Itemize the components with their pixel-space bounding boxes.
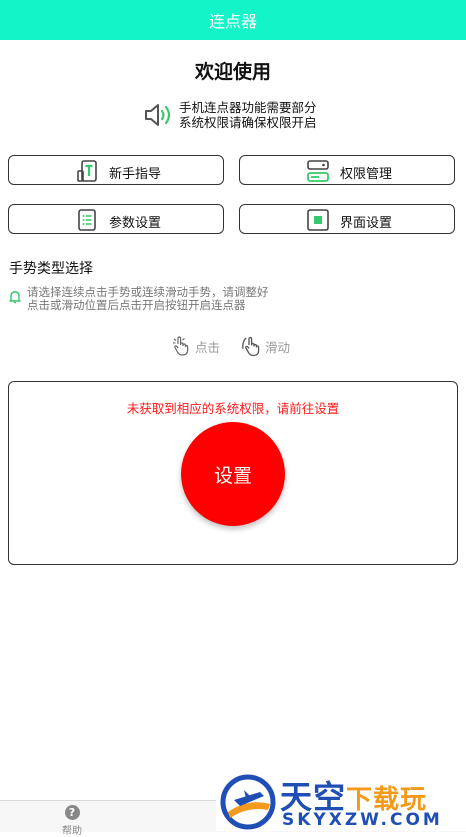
- params-label: 参数设置: [109, 216, 162, 231]
- permission-icon: [307, 160, 329, 182]
- bell-icon: [9, 291, 21, 304]
- list-icon: [78, 209, 96, 231]
- params-button[interactable]: 参数设置: [8, 204, 224, 234]
- notice-line-2: 系统权限请确保权限开启: [179, 115, 317, 130]
- permission-warning: 未获取到相应的系统权限，请前往设置: [126, 401, 340, 416]
- square-icon: [307, 209, 329, 231]
- gesture-option-tap[interactable]: 点击: [171, 335, 220, 357]
- permission-panel: 未获取到相应的系统权限，请前往设置 设置: [8, 381, 458, 565]
- ui-settings-label: 界面设置: [340, 216, 393, 231]
- tutorial-label: 新手指导: [109, 167, 162, 182]
- gesture-section-title: 手势类型选择: [9, 261, 93, 277]
- gesture-option-swipe[interactable]: 滑动: [241, 335, 290, 357]
- swipe-hand-icon: [242, 336, 260, 357]
- settings-button-label: 设置: [213, 464, 252, 487]
- tutorial-button[interactable]: 新手指导: [8, 155, 224, 185]
- help-tab[interactable]: ? 帮助: [44, 805, 100, 837]
- welcome-heading: 欢迎使用: [194, 61, 271, 83]
- help-icon: ?: [64, 805, 80, 820]
- permission-label: 权限管理: [340, 167, 393, 182]
- watermark-logo-icon: [220, 774, 276, 830]
- ui-settings-button[interactable]: 界面设置: [239, 204, 455, 234]
- hint-line-2: 点击或滑动位置后点击开启按钮开启连点器: [27, 298, 246, 312]
- permission-button[interactable]: 权限管理: [239, 155, 455, 185]
- tap-label: 点击: [195, 339, 221, 355]
- tutorial-icon: [77, 160, 97, 182]
- permission-notice: 手机连点器功能需要部分 系统权限请确保权限开启: [143, 100, 317, 130]
- watermark-url: SKYXZW.COM: [282, 810, 443, 830]
- help-label: 帮助: [62, 826, 82, 837]
- watermark: 天空下载玩 SKYXZW.COM: [216, 770, 466, 831]
- gesture-options: 点击 滑动: [0, 335, 466, 357]
- notice-line-1: 手机连点器功能需要部分: [179, 100, 317, 115]
- settings-button[interactable]: 设置: [181, 422, 285, 526]
- speaker-icon: [145, 104, 171, 126]
- swipe-label: 滑动: [265, 339, 291, 355]
- tap-hand-icon: [173, 336, 189, 356]
- app-title: 连点器: [208, 12, 257, 31]
- title-bar: 连点器: [0, 0, 466, 40]
- gesture-hint: 请选择连续点击手势或连续滑动手势，请调整好 点击或滑动位置后点击开启按钮开启连点…: [9, 286, 269, 312]
